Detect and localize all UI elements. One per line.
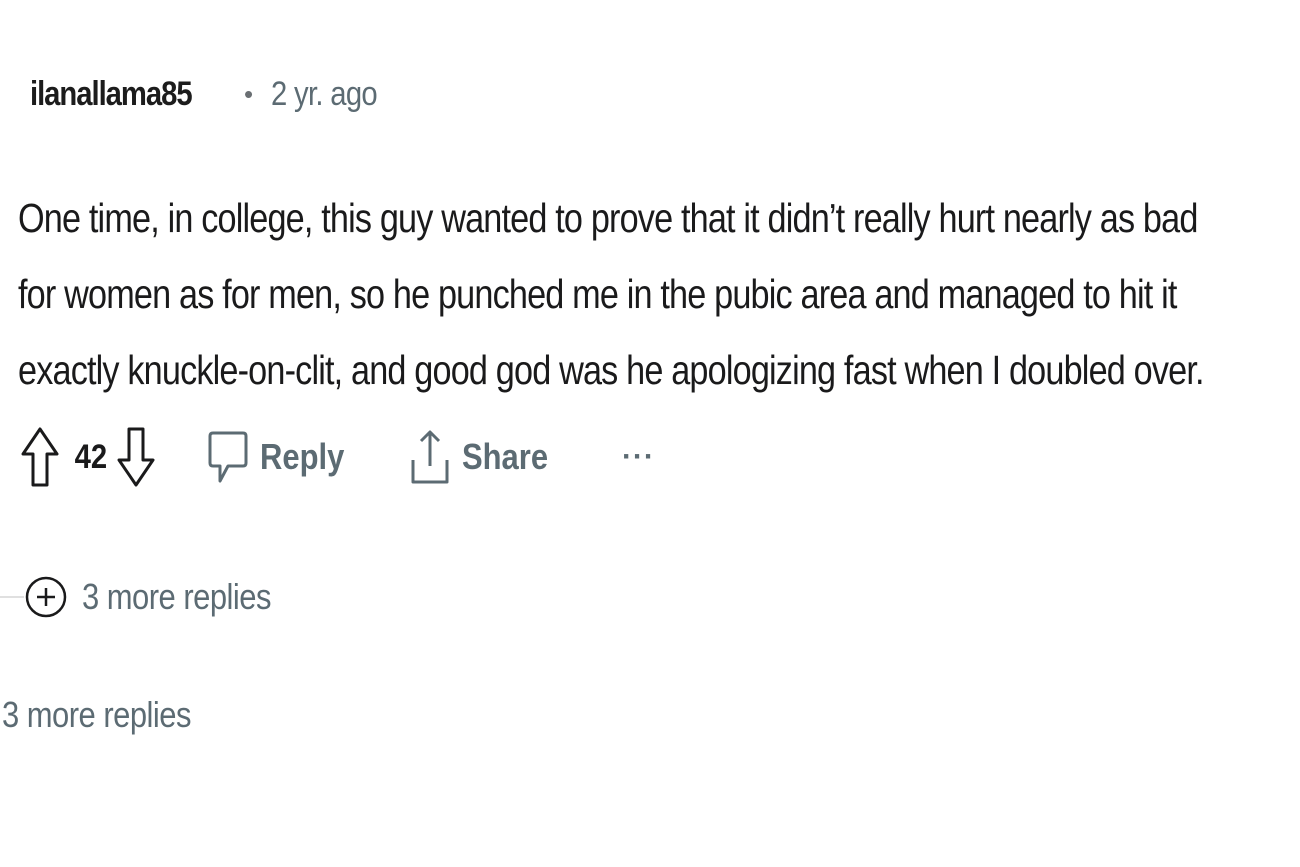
reply-label: Reply: [259, 436, 345, 477]
upvote-button[interactable]: [20, 426, 60, 488]
arrow-up-outline-icon: [21, 427, 59, 487]
comment-body-line: exactly knuckle-on-clit, and good god wa…: [18, 347, 1205, 393]
comment-timestamp[interactable]: 2 yr. ago: [271, 75, 378, 114]
reply-button[interactable]: Reply: [208, 429, 358, 485]
arrow-down-outline-icon: [117, 427, 155, 487]
comment-body-line: One time, in college, this guy wanted to…: [18, 195, 1198, 241]
thread-connector-line: [0, 596, 24, 598]
comment-body: One time, in college, this guy wanted to…: [18, 180, 1205, 408]
comment-header: ilanallama85 • 2 yr. ago: [30, 66, 394, 122]
comment-author[interactable]: ilanallama85: [30, 75, 202, 114]
downvote-button[interactable]: [116, 426, 156, 488]
comment-body-line: for women as for men, so he punched me i…: [18, 271, 1177, 317]
top-more-replies-button[interactable]: 3 more replies: [2, 694, 222, 736]
nested-more-replies-label: 3 more replies: [82, 576, 271, 617]
plus-circle-icon: [25, 576, 67, 618]
vote-count: 42: [74, 437, 108, 476]
share-label: Share: [461, 436, 548, 477]
share-button[interactable]: Share: [410, 428, 562, 486]
meta-separator: •: [244, 78, 254, 109]
nested-more-replies-button[interactable]: 3 more replies: [24, 566, 302, 628]
top-more-replies-label: 3 more replies: [2, 694, 191, 735]
speech-bubble-outline-icon: [208, 431, 248, 483]
comment-action-bar: 42 Reply Share ···: [20, 424, 655, 490]
share-upload-outline-icon: [411, 430, 449, 484]
more-options-button[interactable]: ···: [622, 440, 655, 474]
comment-page: ilanallama85 • 2 yr. ago One time, in co…: [0, 0, 1300, 867]
